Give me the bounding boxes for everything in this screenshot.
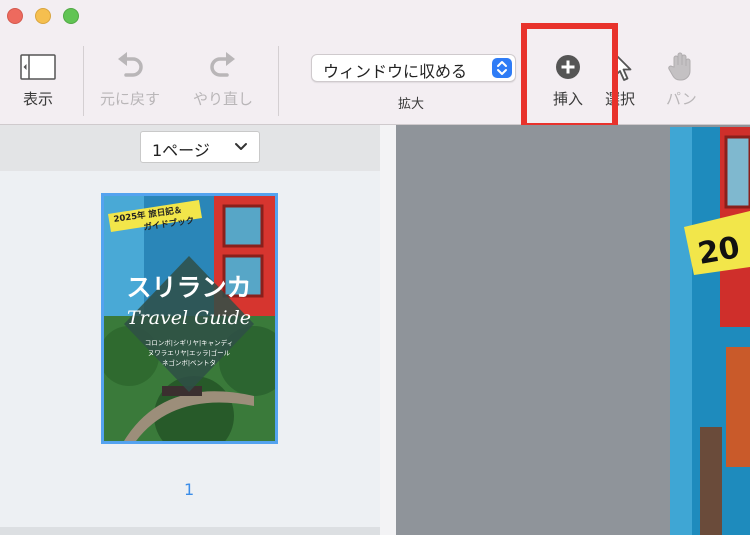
cover-places-3: ネゴンボ|ベントタ [162, 358, 216, 367]
document-viewer[interactable]: 20 [396, 125, 750, 535]
pan-label: パン [666, 90, 697, 108]
close-window-button[interactable] [7, 8, 23, 24]
pan-button[interactable]: パン [666, 50, 697, 109]
split-divider[interactable] [380, 125, 396, 535]
toolbar-separator [83, 46, 84, 116]
redo-label: やり直し [193, 90, 254, 108]
zoom-select[interactable]: ウィンドウに収める [311, 54, 516, 82]
redo-icon [206, 50, 240, 84]
view-label: 表示 [22, 90, 53, 108]
cover-places-1: コロンボ|シギリヤ|キャンディ [145, 338, 233, 347]
undo-button[interactable]: 元に戻す [100, 50, 160, 109]
toolbar-separator [278, 46, 279, 116]
cover-title: スリランカ [126, 273, 251, 302]
page-select[interactable]: 1ページ [140, 131, 260, 163]
view-button[interactable]: 表示 [20, 50, 56, 109]
cover-subtitle: Travel Guide [127, 307, 251, 329]
page-number: 1 [184, 480, 195, 499]
sidebar-toggle-icon [20, 50, 56, 84]
redo-button[interactable]: やり直し [193, 50, 253, 109]
sidebar-bottom-bar [0, 527, 380, 535]
undo-label: 元に戻す [100, 90, 161, 108]
sidebar-header: 1ページ [0, 125, 380, 171]
page-image: 20 [670, 127, 750, 535]
updown-chevron-icon [492, 58, 512, 78]
chevron-down-icon [233, 138, 249, 158]
undo-icon [113, 50, 147, 84]
page-view: 20 [670, 127, 750, 535]
title-bar [0, 0, 750, 36]
cover-places-2: ヌワラエリヤ|エッラ|ゴール [148, 348, 231, 357]
page-badge-text: 20 [695, 230, 742, 272]
zoom-caption: 拡大 [398, 97, 425, 112]
zoom-window-button[interactable] [63, 8, 79, 24]
page-select-value: 1ページ [152, 141, 210, 160]
cover-image: 2025年 旅日記＆ ガイドブック スリランカ Travel Guide コロン… [104, 196, 275, 441]
insert-highlight-box [521, 23, 618, 129]
page-thumbnail[interactable]: 2025年 旅日記＆ ガイドブック スリランカ Travel Guide コロン… [101, 193, 278, 444]
thumbnail-sidebar: 1ページ 2025年 旅日記＆ ガイドブック スリランカ Travel Guid… [0, 125, 380, 535]
zoom-value: ウィンドウに収める [323, 62, 468, 81]
minimize-window-button[interactable] [35, 8, 51, 24]
hand-icon [666, 50, 696, 84]
